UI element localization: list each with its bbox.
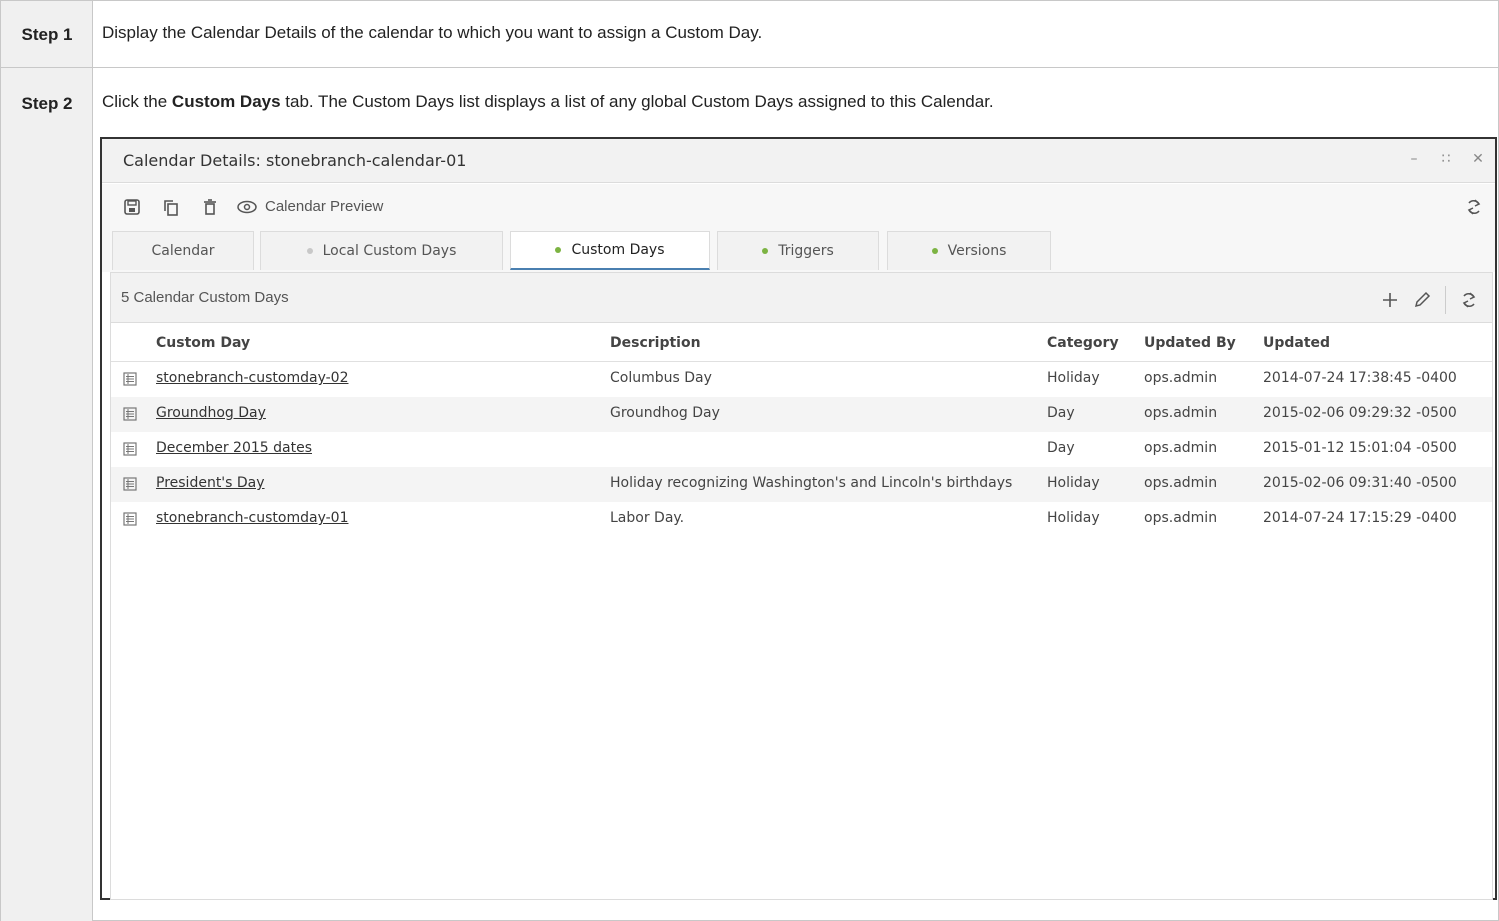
tab-versions[interactable]: Versions — [887, 231, 1051, 270]
step-2-text-suffix: tab. The Custom Days list displays a lis… — [280, 92, 994, 111]
minimize-icon[interactable]: – — [1407, 151, 1421, 167]
updated-cell: 2015-02-06 09:31:40 -0500 — [1263, 475, 1457, 491]
column-header-category[interactable]: Category — [1047, 335, 1119, 351]
custom-day-link[interactable]: President's Day — [156, 475, 265, 491]
record-icon — [123, 512, 137, 526]
updated-cell: 2015-01-12 15:01:04 -0500 — [1263, 440, 1457, 456]
step-2-cell: Step 2 — [1, 68, 93, 921]
tab-triggers-label: Triggers — [778, 243, 834, 259]
refresh-icon[interactable] — [1465, 198, 1483, 216]
eye-icon — [237, 200, 257, 213]
step-2-label: Step 2 — [21, 94, 73, 113]
updated-cell: 2014-07-24 17:38:45 -0400 — [1263, 370, 1457, 386]
updated-by-cell: ops.admin — [1144, 475, 1218, 491]
window-titlebar: Calendar Details: stonebranch-calendar-0… — [102, 139, 1495, 183]
calendar-preview-label: Calendar Preview — [265, 198, 384, 215]
step-1-label: Step 1 — [21, 25, 73, 44]
category-cell: Day — [1047, 405, 1075, 421]
custom-day-link[interactable]: Groundhog Day — [156, 405, 266, 421]
calendar-details-window: Calendar Details: stonebranch-calendar-0… — [100, 137, 1497, 900]
updated-by-cell: ops.admin — [1144, 440, 1218, 456]
custom-day-link[interactable]: December 2015 dates — [156, 440, 312, 456]
step-1-cell: Step 1 — [1, 1, 93, 67]
table-row[interactable]: December 2015 dates Day ops.admin 2015-0… — [111, 432, 1492, 467]
custom-days-grid: 5 Calendar Custom Days Custom Day Descri… — [110, 272, 1493, 900]
column-header-updated[interactable]: Updated — [1263, 335, 1330, 351]
step-2-text-bold: Custom Days — [171, 92, 281, 111]
updated-by-cell: ops.admin — [1144, 405, 1218, 421]
window-title: Calendar Details: stonebranch-calendar-0… — [123, 151, 467, 170]
table-row[interactable]: President's Day Holiday recognizing Wash… — [111, 467, 1492, 502]
column-header-updated-by[interactable]: Updated By — [1144, 335, 1236, 351]
custom-day-link[interactable]: stonebranch-customday-01 — [156, 510, 348, 526]
tab-triggers[interactable]: Triggers — [717, 231, 879, 270]
delete-icon[interactable] — [201, 198, 219, 216]
category-cell: Holiday — [1047, 370, 1100, 386]
window-controls: – ∷ ✕ — [1407, 151, 1485, 167]
table-row[interactable]: Groundhog Day Groundhog Day Day ops.admi… — [111, 397, 1492, 432]
tab-calendar-label: Calendar — [151, 243, 215, 259]
column-headers: Custom Day Description Category Updated … — [111, 324, 1492, 362]
step-1-text: Display the Calendar Details of the cale… — [102, 23, 763, 42]
category-cell: Holiday — [1047, 510, 1100, 526]
save-icon[interactable] — [123, 198, 141, 216]
tab-custom-days-label: Custom Days — [571, 242, 665, 258]
updated-by-cell: ops.admin — [1144, 370, 1218, 386]
instruction-table: Step 1 Display the Calendar Details of t… — [0, 0, 1499, 921]
tab-versions-label: Versions — [947, 243, 1007, 259]
toolbar: Calendar Preview — [102, 184, 1495, 230]
edit-icon[interactable] — [1413, 291, 1431, 309]
updated-by-cell: ops.admin — [1144, 510, 1218, 526]
add-icon[interactable] — [1381, 291, 1399, 309]
record-icon — [123, 442, 137, 456]
description-cell: Holiday recognizing Washington's and Lin… — [610, 475, 1013, 491]
status-dot — [931, 248, 938, 254]
tab-bar: Calendar Local Custom Days Custom Days T… — [102, 230, 1495, 272]
tab-custom-days[interactable]: Custom Days — [510, 231, 710, 270]
status-dot — [762, 248, 769, 254]
table-row[interactable]: stonebranch-customday-01 Labor Day. Holi… — [111, 502, 1492, 537]
copy-icon[interactable] — [162, 198, 180, 216]
calendar-preview-button[interactable]: Calendar Preview — [237, 198, 383, 215]
grid-record-count: 5 Calendar Custom Days — [121, 289, 289, 306]
grid-rows: stonebranch-customday-02 Columbus Day Ho… — [111, 362, 1492, 537]
step-2-text: Click the Custom Days tab. The Custom Da… — [102, 92, 994, 112]
refresh-icon[interactable] — [1460, 291, 1478, 309]
maximize-icon[interactable]: ∷ — [1439, 151, 1453, 167]
step-2-text-prefix: Click the — [102, 92, 172, 111]
grid-header: 5 Calendar Custom Days — [111, 273, 1492, 323]
custom-day-link[interactable]: stonebranch-customday-02 — [156, 370, 348, 386]
status-dot — [306, 248, 313, 254]
record-icon — [123, 407, 137, 421]
tab-calendar[interactable]: Calendar — [112, 231, 254, 270]
record-icon — [123, 477, 137, 491]
description-cell: Labor Day. — [610, 510, 685, 526]
step-1-row: Step 1 Display the Calendar Details of t… — [1, 1, 1498, 68]
separator — [1445, 286, 1446, 314]
description-cell: Columbus Day — [610, 370, 712, 386]
description-cell: Groundhog Day — [610, 405, 720, 421]
updated-cell: 2014-07-24 17:15:29 -0400 — [1263, 510, 1457, 526]
column-header-custom-day[interactable]: Custom Day — [156, 335, 250, 351]
status-dot — [555, 247, 562, 253]
category-cell: Day — [1047, 440, 1075, 456]
column-header-description[interactable]: Description — [610, 335, 701, 351]
category-cell: Holiday — [1047, 475, 1100, 491]
close-icon[interactable]: ✕ — [1471, 151, 1485, 167]
updated-cell: 2015-02-06 09:29:32 -0500 — [1263, 405, 1457, 421]
tab-local-custom-days[interactable]: Local Custom Days — [260, 231, 503, 270]
table-row[interactable]: stonebranch-customday-02 Columbus Day Ho… — [111, 362, 1492, 397]
record-icon — [123, 372, 137, 386]
tab-local-custom-days-label: Local Custom Days — [322, 243, 457, 259]
grid-actions — [1381, 286, 1478, 314]
